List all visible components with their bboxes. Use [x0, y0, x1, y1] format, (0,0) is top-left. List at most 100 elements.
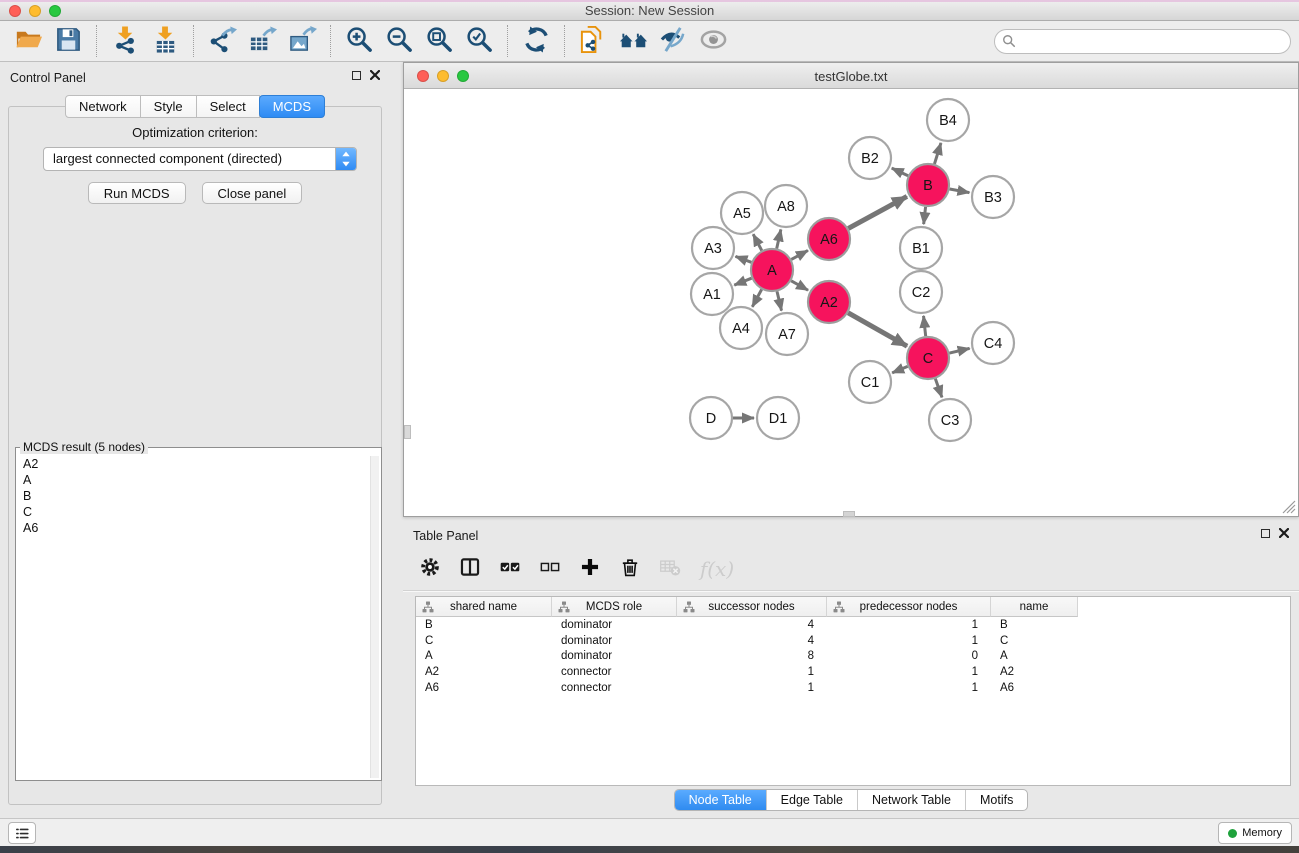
- graph-node-D1[interactable]: D1: [757, 397, 799, 439]
- graph-node-C1[interactable]: C1: [849, 361, 891, 403]
- network-horizontal-scrollbar[interactable]: [843, 511, 855, 517]
- graph-node-A2[interactable]: A2: [808, 281, 850, 323]
- save-session-button[interactable]: [50, 24, 86, 58]
- graph-edge-B-B2[interactable]: [892, 168, 908, 176]
- graph-edge-C-C2[interactable]: [924, 316, 926, 336]
- export-image-button[interactable]: [284, 24, 320, 58]
- network-vertical-scrollbar[interactable]: [404, 425, 411, 439]
- import-table-button[interactable]: [147, 24, 183, 58]
- export-network-button[interactable]: [204, 24, 240, 58]
- run-mcds-button[interactable]: Run MCDS: [88, 182, 186, 204]
- graph-node-B3[interactable]: B3: [972, 176, 1014, 218]
- column-header-MCDS-role[interactable]: MCDS role: [552, 597, 677, 617]
- graph-edge-C-C1[interactable]: [892, 366, 907, 372]
- memory-button[interactable]: Memory: [1218, 822, 1292, 844]
- column-header-successor-nodes[interactable]: successor nodes: [677, 597, 827, 617]
- graph-node-A4[interactable]: A4: [720, 307, 762, 349]
- graph-edge-A-A2[interactable]: [791, 281, 808, 290]
- graph-node-B4[interactable]: B4: [927, 99, 969, 141]
- graph-edge-A-A8[interactable]: [777, 229, 781, 248]
- table-row[interactable]: A2connector11A2: [416, 664, 1290, 680]
- table-settings-gear-button[interactable]: [417, 556, 443, 582]
- graph-node-A8[interactable]: A8: [765, 185, 807, 227]
- column-header-predecessor-nodes[interactable]: predecessor nodes: [827, 597, 991, 617]
- split-columns-button[interactable]: [457, 556, 483, 582]
- graph-node-B1[interactable]: B1: [900, 227, 942, 269]
- zoom-fit-button[interactable]: [421, 24, 457, 58]
- resize-grip-icon[interactable]: [1282, 500, 1296, 514]
- criterion-select[interactable]: largest connected component (directed): [43, 147, 357, 171]
- mcds-result-item[interactable]: A2: [20, 456, 369, 472]
- graph-edge-A-A4[interactable]: [752, 289, 761, 306]
- table-row[interactable]: Bdominator41B: [416, 617, 1290, 633]
- table-row[interactable]: Cdominator41C: [416, 633, 1290, 649]
- zoom-out-button[interactable]: [381, 24, 417, 58]
- graph-node-C2[interactable]: C2: [900, 271, 942, 313]
- select-all-button[interactable]: [497, 556, 523, 582]
- graph-edge-A-A7[interactable]: [777, 291, 782, 310]
- graph-node-A5[interactable]: A5: [721, 192, 763, 234]
- close-panel-icon[interactable]: [370, 70, 380, 80]
- tab-mcds[interactable]: MCDS: [259, 95, 325, 118]
- open-file-button[interactable]: [10, 24, 46, 58]
- network-window-titlebar[interactable]: testGlobe.txt: [404, 63, 1298, 89]
- table-row[interactable]: Adominator80A: [416, 649, 1290, 665]
- tab-network[interactable]: Network: [65, 95, 141, 118]
- graph-edge-A-A3[interactable]: [735, 256, 751, 262]
- graph-node-C3[interactable]: C3: [929, 399, 971, 441]
- close-panel-button[interactable]: Close panel: [202, 182, 303, 204]
- graph-node-A7[interactable]: A7: [766, 313, 808, 355]
- graph-edge-A2-C[interactable]: [848, 313, 907, 346]
- graph-edge-B-B1[interactable]: [924, 207, 926, 224]
- tab-motifs[interactable]: Motifs: [965, 790, 1027, 810]
- graph-node-C[interactable]: C: [907, 337, 949, 379]
- graph-node-A1[interactable]: A1: [691, 273, 733, 315]
- export-table-button[interactable]: [244, 24, 280, 58]
- zoom-selected-button[interactable]: [461, 24, 497, 58]
- graph-node-B2[interactable]: B2: [849, 137, 891, 179]
- hide-graphics-details-button[interactable]: [655, 24, 691, 58]
- graph-edge-B-B4[interactable]: [934, 143, 940, 164]
- table-row[interactable]: A6connector11A6: [416, 680, 1290, 696]
- tab-select[interactable]: Select: [197, 95, 260, 118]
- graph-edge-A-A6[interactable]: [791, 250, 808, 259]
- tab-network-table[interactable]: Network Table: [857, 790, 965, 810]
- graph-edge-B-B3[interactable]: [950, 189, 970, 193]
- graph-node-A6[interactable]: A6: [808, 218, 850, 260]
- mcds-result-item[interactable]: A6: [20, 520, 369, 536]
- graph-edge-A6-B[interactable]: [848, 196, 907, 228]
- deselect-all-button[interactable]: [537, 556, 563, 582]
- graph-node-C4[interactable]: C4: [972, 322, 1014, 364]
- result-scrollbar[interactable]: [370, 456, 379, 778]
- mcds-result-item[interactable]: A: [20, 472, 369, 488]
- delete-selected-trash-button[interactable]: [617, 556, 643, 582]
- table-float-panel-icon[interactable]: [1261, 529, 1270, 538]
- refresh-view-button[interactable]: [518, 24, 554, 58]
- add-row-button[interactable]: [577, 556, 603, 582]
- column-header-shared-name[interactable]: shared name: [416, 597, 552, 617]
- show-hide-eye-button[interactable]: [695, 24, 731, 58]
- float-panel-icon[interactable]: [352, 71, 361, 80]
- tab-node-table[interactable]: Node Table: [675, 790, 766, 810]
- table-close-panel-icon[interactable]: [1279, 528, 1289, 538]
- graph-edge-A-A5[interactable]: [753, 234, 762, 250]
- graph-node-A[interactable]: A: [751, 249, 793, 291]
- zoom-in-button[interactable]: [341, 24, 377, 58]
- task-history-button[interactable]: [8, 822, 36, 844]
- graph-edge-A-A1[interactable]: [734, 278, 751, 285]
- mcds-result-item[interactable]: C: [20, 504, 369, 520]
- import-network-button[interactable]: [107, 24, 143, 58]
- graph-edge-C-C3[interactable]: [935, 379, 942, 398]
- graph-node-A3[interactable]: A3: [692, 227, 734, 269]
- graph-node-D[interactable]: D: [690, 397, 732, 439]
- tab-style[interactable]: Style: [141, 95, 197, 118]
- graph-node-B[interactable]: B: [907, 164, 949, 206]
- mcds-result-item[interactable]: B: [20, 488, 369, 504]
- new-network-from-selection-button[interactable]: [575, 24, 611, 58]
- graph-edge-C-C4[interactable]: [949, 348, 969, 353]
- network-canvas[interactable]: A A1 A2 A3 A4 A5 A6 A7 A8 B B1 B2 B3B4 C C1 C2 C3C4 D D1: [404, 89, 1298, 516]
- cybrowser-home-button[interactable]: [615, 24, 651, 58]
- tab-edge-table[interactable]: Edge Table: [766, 790, 857, 810]
- column-header-name[interactable]: name: [991, 597, 1078, 617]
- search-input[interactable]: [994, 29, 1291, 54]
